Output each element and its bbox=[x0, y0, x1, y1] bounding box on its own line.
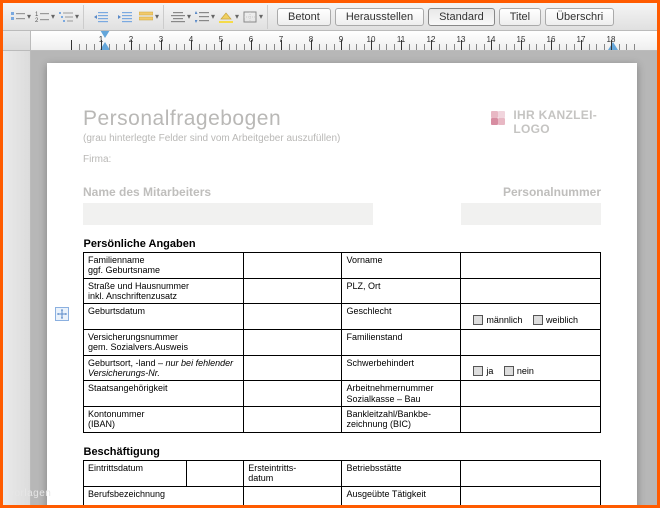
checkbox-female[interactable]: weiblich bbox=[533, 315, 578, 325]
watermark: vorlagen bbox=[9, 488, 51, 499]
checkbox-male[interactable]: männlich bbox=[473, 315, 522, 325]
formatting-toolbar: ▾ 12▾ ▾ ▾ ▾ ▾ ▾ ▾ Betont Herausstellen S… bbox=[3, 3, 657, 31]
table-row: Versicherungsnummergem. Sozialvers.Auswe… bbox=[84, 330, 601, 356]
decrease-indent-button[interactable] bbox=[90, 7, 112, 27]
increase-indent-button[interactable] bbox=[114, 7, 136, 27]
company-label: Firma: bbox=[83, 154, 601, 165]
logo-text-2: LOGO bbox=[513, 122, 550, 136]
styles-gallery: Betont Herausstellen Standard Titel Über… bbox=[271, 8, 614, 26]
personnel-number-field[interactable] bbox=[461, 203, 601, 225]
fill-color-button[interactable]: ▾ bbox=[218, 7, 240, 27]
checkbox-disabled-yes[interactable]: ja bbox=[473, 366, 493, 376]
align-button[interactable]: ▾ bbox=[170, 7, 192, 27]
bullet-list-button[interactable]: ▾ bbox=[10, 7, 32, 27]
personnel-number-label: Personalnummer bbox=[503, 185, 601, 199]
style-betont[interactable]: Betont bbox=[277, 8, 331, 26]
table-row: Geburtsdatum Geschlecht männlich weiblic… bbox=[84, 304, 601, 330]
line-spacing-button[interactable]: ▾ bbox=[194, 7, 216, 27]
svg-text:2: 2 bbox=[35, 18, 39, 23]
style-titel[interactable]: Titel bbox=[499, 8, 541, 26]
placeholder-logo: IHR KANZLEI-LOGO bbox=[491, 109, 597, 138]
page[interactable]: IHR KANZLEI-LOGO Personalfragebogen (gra… bbox=[47, 63, 637, 505]
horizontal-ruler[interactable]: 123456789101112131415161718 bbox=[31, 31, 657, 51]
table-row: Berufsbezeichnung Ausgeübte Tätigkeit bbox=[84, 486, 601, 505]
table-anchor-handle[interactable] bbox=[55, 307, 69, 321]
checkbox-disabled-no[interactable]: nein bbox=[504, 366, 534, 376]
vertical-ruler[interactable] bbox=[3, 51, 31, 505]
employment-table[interactable]: Beschäftigung Eintrittsdatum Ersteintrit… bbox=[83, 443, 601, 505]
employee-name-field[interactable] bbox=[83, 203, 373, 225]
ruler-corner bbox=[3, 31, 31, 51]
document-canvas: IHR KANZLEI-LOGO Personalfragebogen (gra… bbox=[31, 51, 657, 505]
align-group: ▾ ▾ ▾ ▾ bbox=[167, 5, 268, 29]
table-row: Kontonummer(IBAN) Bankleitzahl/Bankbe-ze… bbox=[84, 407, 601, 433]
employee-name-label: Name des Mitarbeiters bbox=[83, 185, 211, 199]
table-row: Geburtsort, -land – nur bei fehlender Ve… bbox=[84, 355, 601, 381]
numbered-list-button[interactable]: 12▾ bbox=[34, 7, 56, 27]
style-uberschrift[interactable]: Überschri bbox=[545, 8, 614, 26]
style-herausstellen[interactable]: Herausstellen bbox=[335, 8, 424, 26]
style-standard[interactable]: Standard bbox=[428, 8, 495, 26]
borders-button[interactable]: ▾ bbox=[242, 7, 264, 27]
list-group: ▾ 12▾ ▾ bbox=[7, 5, 84, 29]
personal-data-table[interactable]: Persönliche Angaben Familiennameggf. Geb… bbox=[83, 235, 601, 433]
logo-text-1: IHR KANZLEI- bbox=[513, 108, 597, 122]
table-row: Eintrittsdatum Ersteintritts-datum Betri… bbox=[84, 460, 601, 486]
table-row: Straße und Hausnummerinkl. Anschriftenzu… bbox=[84, 278, 601, 304]
multilevel-list-button[interactable]: ▾ bbox=[58, 7, 80, 27]
indent-group: ▾ bbox=[87, 5, 164, 29]
section-heading-personal: Persönliche Angaben bbox=[84, 235, 601, 253]
logo-mark-icon bbox=[491, 111, 505, 125]
table-row: Staatsangehörigkeit ArbeitnehmernummerSo… bbox=[84, 381, 601, 407]
section-heading-employment: Beschäftigung bbox=[84, 443, 601, 461]
table-row: Familiennameggf. Geburtsname Vorname bbox=[84, 253, 601, 279]
options-button[interactable]: ▾ bbox=[138, 7, 160, 27]
